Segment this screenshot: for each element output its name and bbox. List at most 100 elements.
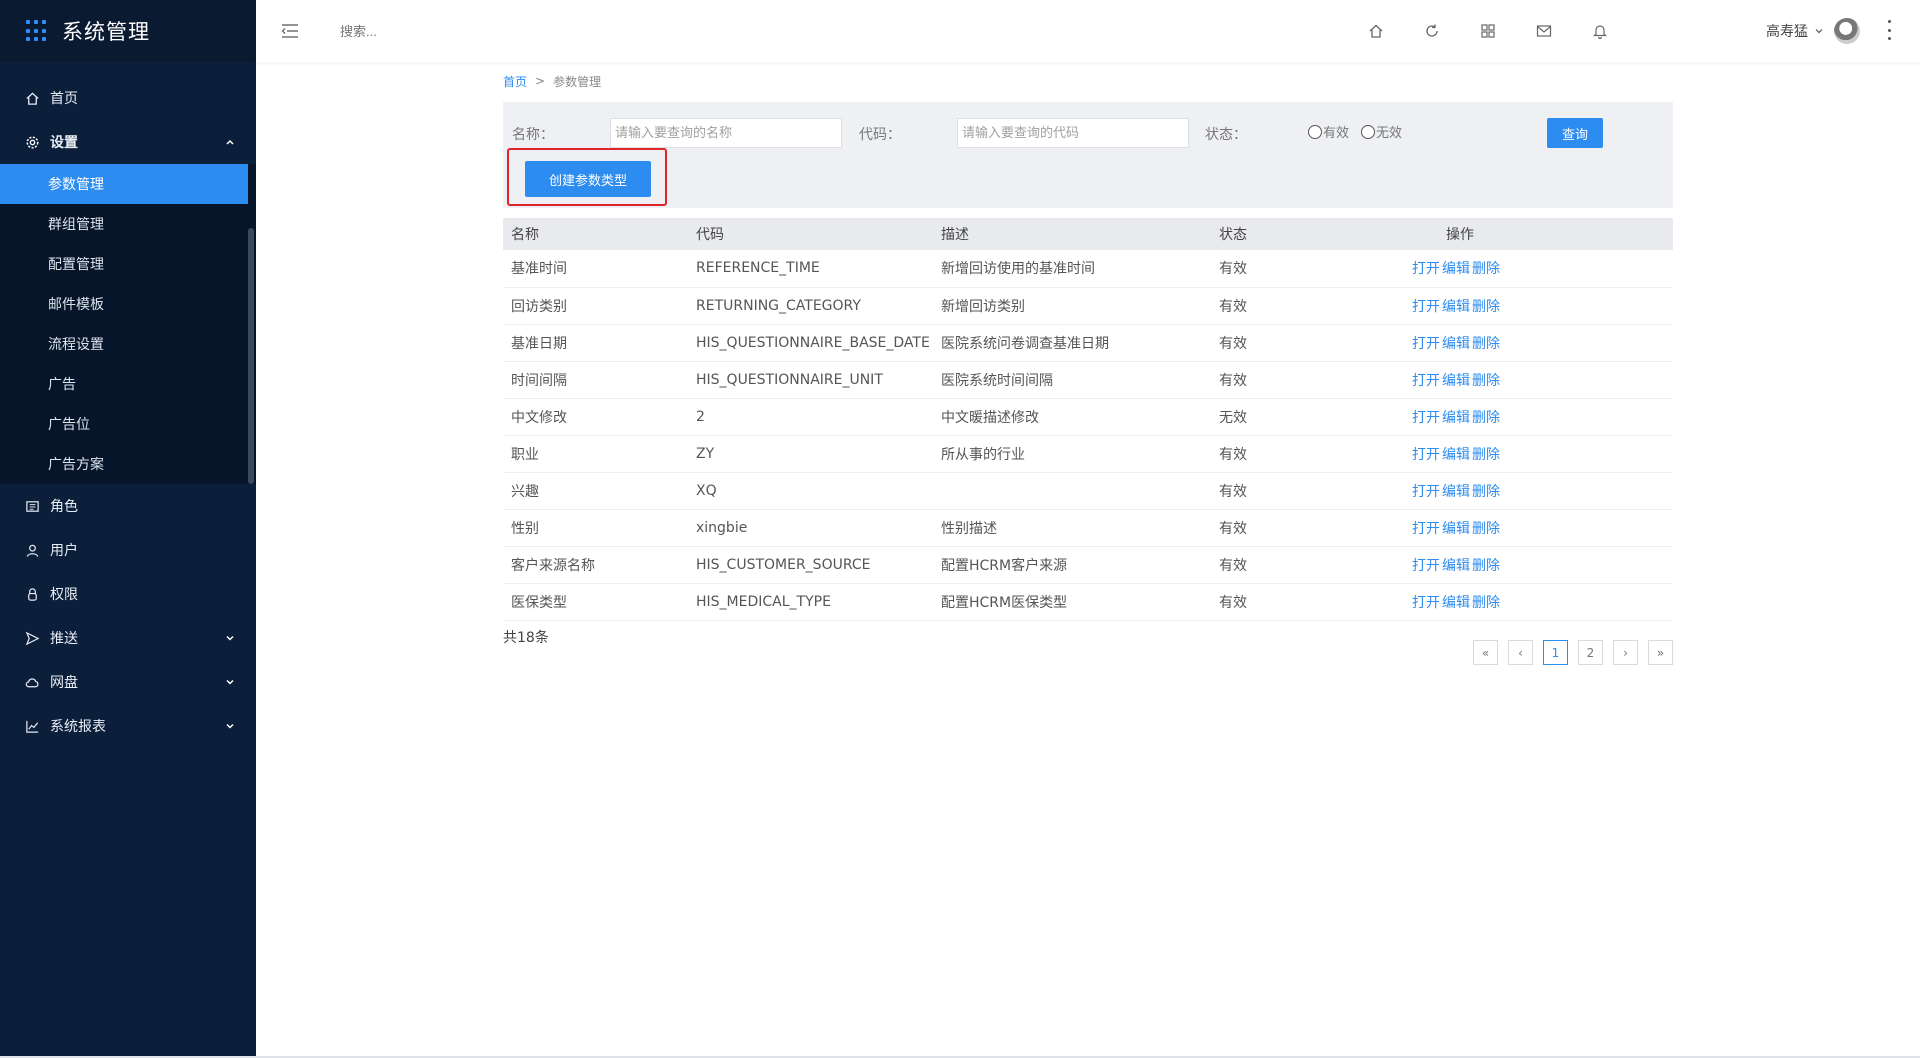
- delete-link[interactable]: 删除: [1472, 484, 1500, 500]
- table-row: 基准时间 REFERENCE_TIME 新增回访使用的基准时间 有效 打开 编辑 删除: [503, 250, 1673, 287]
- user-name: 高寿猛: [1766, 24, 1808, 40]
- sidebar: 系统管理 首页 设置 参数管理 群组管理 配置管理 邮件模板 流程设置 广告 广…: [0, 0, 256, 1058]
- code-search-input[interactable]: [957, 118, 1189, 148]
- cell-description: [933, 472, 1211, 509]
- table-row: 回访类别 RETURNING_CATEGORY 新增回访类别 有效 打开 编辑 删除: [503, 287, 1673, 324]
- open-link[interactable]: 打开: [1412, 484, 1440, 500]
- sidebar-subitem-mail-template[interactable]: 邮件模板: [0, 284, 256, 324]
- main-content: 首页 > 参数管理 名称： 代码： 状态： 有效 无效 查询 创建参数类型 名称…: [503, 72, 1673, 665]
- edit-link[interactable]: 编辑: [1442, 261, 1470, 277]
- sidebar-item-reports[interactable]: 系统报表: [0, 704, 256, 748]
- sidebar-subitem-ad-slots[interactable]: 广告位: [0, 404, 256, 444]
- edit-link[interactable]: 编辑: [1442, 595, 1470, 611]
- page-button-1[interactable]: 1: [1543, 640, 1568, 665]
- cell-name: 基准日期: [511, 335, 567, 352]
- delete-link[interactable]: 删除: [1472, 447, 1500, 463]
- sidebar-subitem-param-management[interactable]: 参数管理: [0, 164, 248, 204]
- sidebar-item-push[interactable]: 推送: [0, 616, 256, 660]
- sidebar-subitem-ads[interactable]: 广告: [0, 364, 256, 404]
- cell-description: 配置HCRM医保类型: [941, 594, 1068, 611]
- role-icon: [24, 498, 40, 514]
- sidebar-subitem-config-management[interactable]: 配置管理: [0, 244, 256, 284]
- more-options-icon[interactable]: [1886, 20, 1892, 40]
- edit-link[interactable]: 编辑: [1442, 410, 1470, 426]
- cell-name: 性别: [511, 520, 539, 537]
- cell-code: 2: [696, 408, 705, 425]
- delete-link[interactable]: 删除: [1472, 410, 1500, 426]
- open-link[interactable]: 打开: [1412, 521, 1440, 537]
- page-button-2[interactable]: 2: [1578, 640, 1603, 665]
- chevron-down-icon: [224, 676, 236, 688]
- delete-link[interactable]: 删除: [1472, 261, 1500, 277]
- sidebar-subitem-workflow-settings[interactable]: 流程设置: [0, 324, 256, 364]
- sidebar-item-settings[interactable]: 设置: [0, 120, 256, 164]
- delete-link[interactable]: 删除: [1472, 336, 1500, 352]
- radio-circle: [1308, 124, 1322, 139]
- open-link[interactable]: 打开: [1412, 373, 1440, 389]
- cell-actions: 打开 编辑 删除: [1401, 398, 1511, 435]
- sidebar-subitem-ad-plans[interactable]: 广告方案: [0, 444, 256, 484]
- menu-toggle-icon[interactable]: [278, 19, 302, 43]
- sidebar-subitem-group-management[interactable]: 群组管理: [0, 204, 256, 244]
- sidebar-item-permissions[interactable]: 权限: [0, 572, 256, 616]
- edit-link[interactable]: 编辑: [1442, 484, 1470, 500]
- edit-link[interactable]: 编辑: [1442, 336, 1470, 352]
- edit-link[interactable]: 编辑: [1442, 447, 1470, 463]
- edit-link[interactable]: 编辑: [1442, 521, 1470, 537]
- cell-status: 有效: [1219, 261, 1247, 278]
- delete-link[interactable]: 删除: [1472, 373, 1500, 389]
- cell-actions: 打开 编辑 删除: [1401, 546, 1511, 583]
- edit-link[interactable]: 编辑: [1442, 558, 1470, 574]
- sidebar-item-roles[interactable]: 角色: [0, 484, 256, 528]
- next-page-button[interactable]: ›: [1613, 640, 1638, 665]
- delete-link[interactable]: 删除: [1472, 299, 1500, 315]
- app-logo[interactable]: 系统管理: [0, 0, 256, 62]
- cell-name: 时间间隔: [511, 372, 567, 389]
- name-search-input[interactable]: [610, 118, 842, 148]
- column-header-actions: 操作: [1446, 227, 1474, 243]
- mail-icon[interactable]: [1534, 21, 1554, 41]
- cell-status: 有效: [1219, 335, 1247, 352]
- apps-icon[interactable]: [1478, 21, 1498, 41]
- delete-link[interactable]: 删除: [1472, 595, 1500, 611]
- open-link[interactable]: 打开: [1412, 261, 1440, 277]
- sidebar-item-netdisk[interactable]: 网盘: [0, 660, 256, 704]
- create-param-type-button[interactable]: 创建参数类型: [525, 161, 651, 197]
- gear-icon: [24, 134, 40, 150]
- cell-filler: [1511, 435, 1673, 472]
- open-link[interactable]: 打开: [1412, 336, 1440, 352]
- cell-name: 中文修改: [511, 409, 567, 426]
- last-page-button[interactable]: »: [1648, 640, 1673, 665]
- sidebar-item-label: 系统报表: [50, 719, 106, 735]
- cell-filler: [1511, 324, 1673, 361]
- refresh-icon[interactable]: [1422, 21, 1442, 41]
- sidebar-item-home[interactable]: 首页: [0, 76, 256, 120]
- bell-icon[interactable]: [1590, 21, 1610, 41]
- delete-link[interactable]: 删除: [1472, 558, 1500, 574]
- open-link[interactable]: 打开: [1412, 410, 1440, 426]
- open-link[interactable]: 打开: [1412, 447, 1440, 463]
- delete-link[interactable]: 删除: [1472, 521, 1500, 537]
- edit-link[interactable]: 编辑: [1442, 373, 1470, 389]
- breadcrumb-home-link[interactable]: 首页: [503, 73, 527, 90]
- status-radio-invalid[interactable]: 无效: [1361, 122, 1402, 141]
- sidebar-item-users[interactable]: 用户: [0, 528, 256, 572]
- search-input[interactable]: [340, 23, 540, 39]
- open-link[interactable]: 打开: [1412, 595, 1440, 611]
- cell-code: REFERENCE_TIME: [696, 260, 820, 277]
- cell-status: 有效: [1219, 298, 1247, 315]
- query-button[interactable]: 查询: [1547, 118, 1603, 148]
- table-row: 医保类型 HIS_MEDICAL_TYPE 配置HCRM医保类型 有效 打开 编辑 删除: [503, 583, 1673, 620]
- home-icon[interactable]: [1366, 21, 1386, 41]
- user-menu[interactable]: 高寿猛: [1766, 0, 1860, 62]
- status-radio-valid[interactable]: 有效: [1308, 122, 1349, 141]
- cell-name: 基准时间: [511, 261, 567, 278]
- cell-code: HIS_QUESTIONNAIRE_UNIT: [696, 371, 883, 388]
- first-page-button[interactable]: «: [1473, 640, 1498, 665]
- sidebar-scrollbar[interactable]: [248, 228, 254, 484]
- open-link[interactable]: 打开: [1412, 558, 1440, 574]
- edit-link[interactable]: 编辑: [1442, 299, 1470, 315]
- prev-page-button[interactable]: ‹: [1508, 640, 1533, 665]
- settings-submenu: 参数管理 群组管理 配置管理 邮件模板 流程设置 广告 广告位 广告方案: [0, 164, 256, 484]
- open-link[interactable]: 打开: [1412, 299, 1440, 315]
